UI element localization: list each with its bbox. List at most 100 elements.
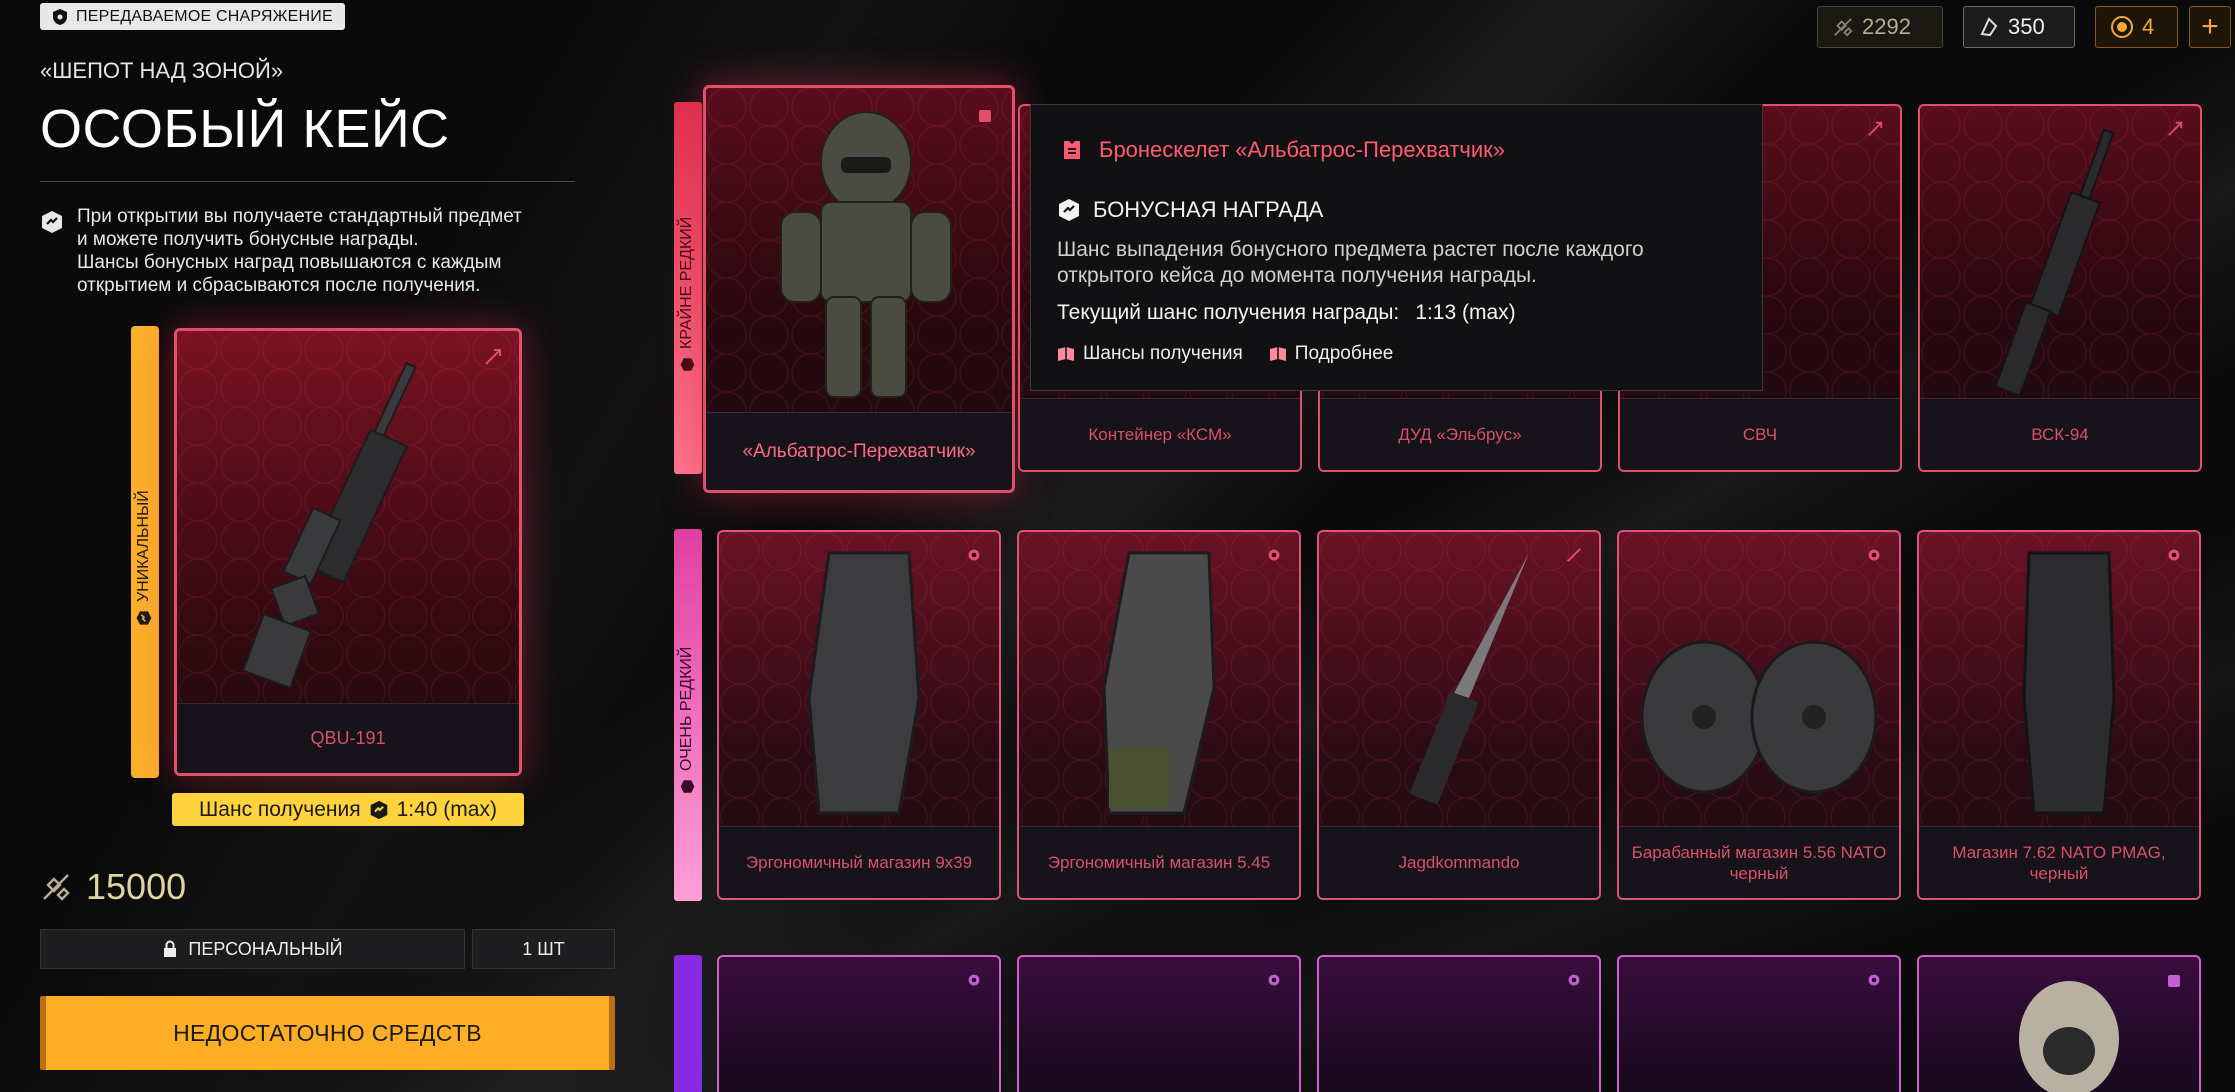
knife-image <box>1409 553 1529 805</box>
odds-link[interactable]: Шансы получения <box>1057 343 1243 365</box>
gear-icon <box>1868 974 1880 986</box>
personal-label: ПЕРСОНАЛЬНЫЙ <box>188 938 343 959</box>
bonus-icon <box>136 611 152 625</box>
item-name: Магазин 7.62 NATO PMAG, черный <box>1919 826 2199 898</box>
insufficient-funds-button[interactable]: НЕДОСТАТОЧНО СРЕДСТВ <box>40 996 615 1070</box>
gear-icon <box>1868 549 1880 561</box>
rarity-label-unique: УНИКАЛЬНЫЙ <box>135 490 153 626</box>
more-info-label: Подробнее <box>1294 343 1394 364</box>
item-card[interactable] <box>1017 955 1301 1092</box>
drum-magazine-image <box>1640 640 1878 794</box>
more-info-link[interactable]: Подробнее <box>1269 343 1394 365</box>
tooltip-title: Бронескелет «Альбатрос-Перехватчик» <box>1099 137 1506 162</box>
item-name: СВЧ <box>1620 398 1900 470</box>
item-card[interactable] <box>1317 955 1601 1092</box>
item-card[interactable] <box>1917 955 2201 1092</box>
tooltip-bonus-row: БОНУСНАЯ НАГРАДА <box>1057 197 1323 223</box>
currency-3[interactable]: 4 <box>2095 6 2178 48</box>
crystal-icon <box>1980 17 1998 37</box>
item-card-albatross[interactable]: «Альбатрос-Перехватчик» <box>703 85 1015 493</box>
item-card[interactable]: Jagdkommando <box>1317 530 1601 900</box>
item-card[interactable]: Эргономичный магазин 9х39 <box>717 530 1001 900</box>
bonus-icon <box>42 211 62 233</box>
item-name: ДУД «Эльбрус» <box>1320 398 1600 470</box>
rarity-bar-unique: УНИКАЛЬНЫЙ <box>131 326 159 778</box>
coin-icon <box>2111 16 2133 38</box>
rarity-bar-rare <box>674 955 702 1092</box>
item-card[interactable] <box>717 955 1001 1092</box>
knife-icon <box>1566 547 1582 563</box>
tooltip-bonus-label: БОНУСНАЯ НАГРАДА <box>1093 197 1324 222</box>
tooltip-chance-label: Текущий шанс получения награды: <box>1057 301 1400 324</box>
divider <box>40 181 575 182</box>
item-card[interactable]: Эргономичный магазин 5.45 <box>1017 530 1301 900</box>
item-name: «Альбатрос-Перехватчик» <box>706 412 1012 490</box>
gear-icon <box>1268 974 1280 986</box>
armor-icon <box>1064 141 1080 159</box>
currency-1[interactable]: 2292 <box>1817 6 1943 48</box>
item-tooltip: Бронескелет «Альбатрос-Перехватчик» БОНУ… <box>1030 104 1763 391</box>
magazine-image <box>807 551 921 815</box>
currency-1-value: 2292 <box>1862 14 1911 39</box>
tooltip-title-row: Бронескелет «Альбатрос-Перехватчик» <box>1059 137 1505 163</box>
bonus-icon <box>680 358 694 371</box>
armor-category-icon <box>2168 975 2180 987</box>
gear-icon <box>968 549 980 561</box>
item-name: Барабанный магазин 5.56 NATO черный <box>1619 826 1899 898</box>
currency-3-value: 4 <box>2142 14 2155 39</box>
rifle-image <box>1994 128 2115 398</box>
badge-label: ПЕРЕДАВАЕМОЕ СНАРЯЖЕНИЕ <box>76 7 333 25</box>
chance-label: Шанс получения <box>199 797 361 821</box>
item-card[interactable]: ВСК-94 <box>1918 104 2202 472</box>
lock-icon <box>164 940 177 957</box>
featured-item-card[interactable]: QBU-191 <box>174 328 522 776</box>
rarity-bar-very-rare: ОЧЕНЬ РЕДКИЙ <box>674 529 702 901</box>
gear-icon <box>2168 549 2180 561</box>
currency-2-value: 350 <box>2008 14 2045 39</box>
magazine-image <box>2022 551 2116 815</box>
book-icon <box>1058 347 1074 361</box>
rarity-extreme-text: КРАЙНЕ РЕДКИЙ <box>678 216 695 349</box>
tooltip-description: Шанс выпадения бонусного предмета растет… <box>1057 238 1644 287</box>
bonus-icon <box>370 800 387 819</box>
rarity-label-very-rare: ОЧЕНЬ РЕДКИЙ <box>678 647 696 794</box>
item-name: Контейнер «КСМ» <box>1020 398 1300 470</box>
personal-toggle[interactable]: ПЕРСОНАЛЬНЫЙ <box>40 929 465 969</box>
rifle-image <box>241 361 417 690</box>
chance-value: 1:40 (max) <box>396 797 497 821</box>
armor-category-icon <box>979 110 991 122</box>
case-price: 15000 <box>40 866 186 908</box>
weapon-category-icon <box>2168 121 2183 136</box>
currency-2[interactable]: 350 <box>1963 6 2075 48</box>
odds-link-label: Шансы получения <box>1083 343 1243 364</box>
rarity-unique-text: УНИКАЛЬНЫЙ <box>135 490 152 602</box>
bonus-icon <box>1059 199 1079 221</box>
gear-icon <box>1568 974 1580 986</box>
case-info-text: При открытии вы получаете стандартный пр… <box>77 206 522 296</box>
item-card[interactable]: Магазин 7.62 NATO PMAG, черный <box>1917 530 2201 900</box>
item-card[interactable]: Барабанный магазин 5.56 NATO черный <box>1617 530 1901 900</box>
tooltip-links: Шансы получения Подробнее <box>1057 343 1393 365</box>
transferable-gear-badge: ПЕРЕДАВАЕМОЕ СНАРЯЖЕНИЕ <box>40 3 345 30</box>
item-card[interactable] <box>1617 955 1901 1092</box>
featured-chance-pill: Шанс получения 1:40 (max) <box>172 793 524 826</box>
item-name: Эргономичный магазин 5.45 <box>1019 826 1299 898</box>
shield-icon <box>53 8 67 25</box>
quantity-selector[interactable]: 1 ШТ <box>472 929 615 969</box>
item-name: Jagdkommando <box>1319 826 1599 898</box>
currency-icon <box>43 874 70 901</box>
item-name: ВСК-94 <box>1920 398 2200 470</box>
book-icon <box>1269 347 1286 361</box>
gear-icon <box>968 974 980 986</box>
case-subtitle: «ШЕПОТ НАД ЗОНОЙ» <box>40 58 284 83</box>
add-currency-button[interactable]: + <box>2189 6 2231 48</box>
rarity-very-rare-text: ОЧЕНЬ РЕДКИЙ <box>678 646 695 771</box>
bonus-icon <box>680 780 694 793</box>
ghillie-suit-image <box>2019 981 2119 1092</box>
currency-icon <box>1834 18 1853 37</box>
item-name: Эргономичный магазин 9х39 <box>719 826 999 898</box>
gear-icon <box>1268 549 1280 561</box>
case-title: ОСОБЫЙ КЕЙС <box>40 99 450 159</box>
rarity-label-extreme: КРАЙНЕ РЕДКИЙ <box>678 217 696 372</box>
featured-item-name: QBU-191 <box>177 703 519 773</box>
